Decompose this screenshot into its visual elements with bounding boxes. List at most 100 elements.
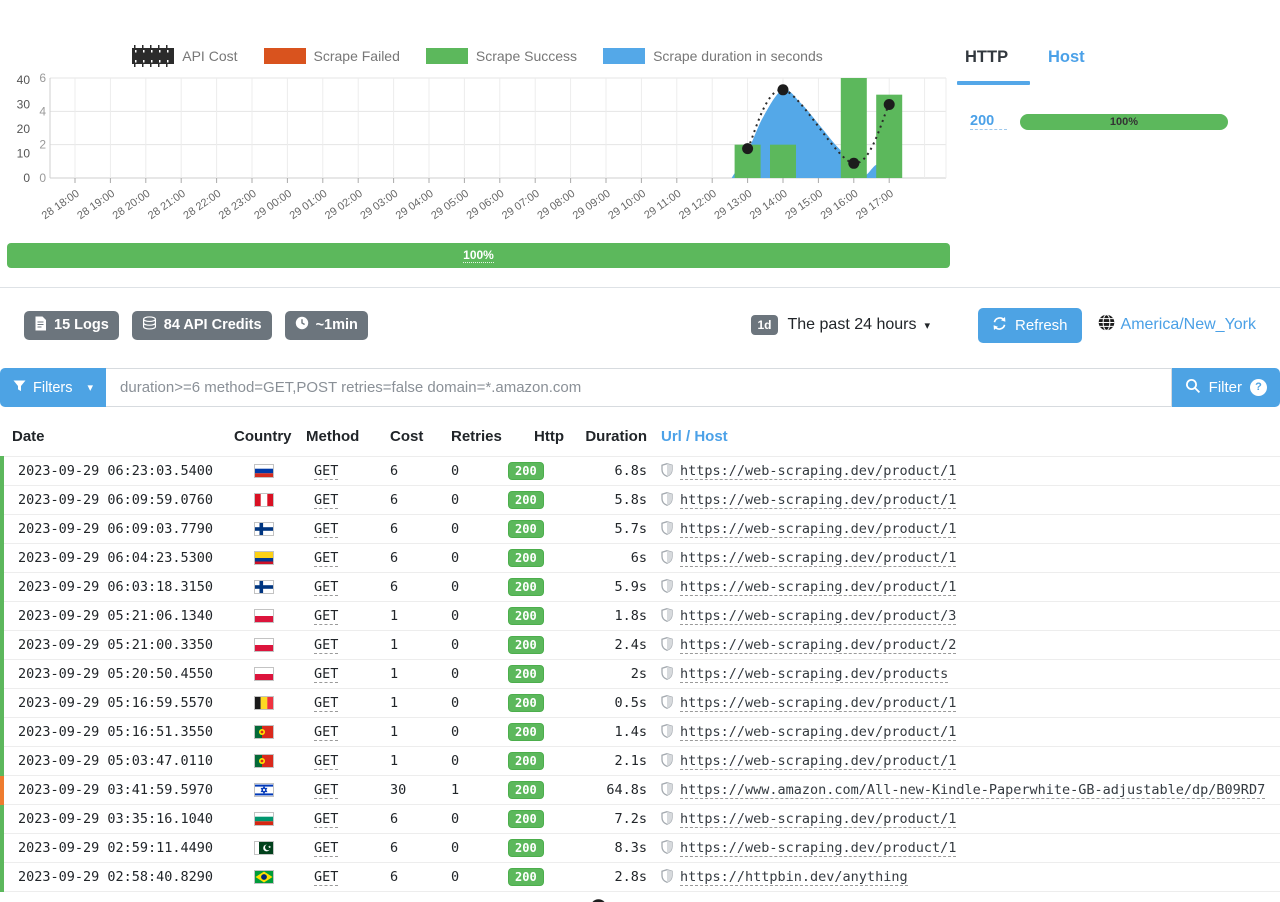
url-link[interactable]: https://web-scraping.dev/product/1 xyxy=(680,724,956,741)
method-label[interactable]: GET xyxy=(314,637,338,654)
url-link[interactable]: https://web-scraping.dev/product/1 xyxy=(680,492,956,509)
url-link[interactable]: https://web-scraping.dev/product/1 xyxy=(680,811,956,828)
table-row[interactable]: 2023-09-29 03:41:59.5970GET30120064.8sht… xyxy=(2,776,1280,805)
method-label[interactable]: GET xyxy=(314,840,338,857)
filters-button-label: Filters xyxy=(33,380,72,396)
cell-method: GET xyxy=(306,718,390,747)
method-label[interactable]: GET xyxy=(314,811,338,828)
table-row[interactable]: 2023-09-29 05:21:00.3350GET102002.4shttp… xyxy=(2,631,1280,660)
http-status-row: 200 100% xyxy=(957,113,1280,130)
filters-dropdown-button[interactable]: Filters ▾ xyxy=(0,368,106,407)
method-label[interactable]: GET xyxy=(314,666,338,683)
tab-http[interactable]: HTTP xyxy=(957,48,1030,67)
svg-text:29 11:00: 29 11:00 xyxy=(642,188,683,222)
api-credits-label: 84 API Credits xyxy=(164,317,262,333)
table-row[interactable]: 2023-09-29 05:21:06.1340GET102001.8shttp… xyxy=(2,602,1280,631)
method-label[interactable]: GET xyxy=(314,724,338,741)
shield-icon xyxy=(661,637,680,653)
time-range-dropdown[interactable]: 1d The past 24 hours ▾ xyxy=(751,315,930,335)
url-link[interactable]: https://web-scraping.dev/product/1 xyxy=(680,550,956,567)
country-flag-icon xyxy=(254,522,274,536)
table-row[interactable]: 2023-09-29 06:09:59.0760GET602005.8shttp… xyxy=(2,486,1280,515)
table-row[interactable]: 2023-09-29 05:16:59.5570GET102000.5shttp… xyxy=(2,689,1280,718)
svg-text:28 20:00: 28 20:00 xyxy=(111,188,153,222)
url-link[interactable]: https://web-scraping.dev/product/1 xyxy=(680,840,956,857)
method-label[interactable]: GET xyxy=(314,492,338,509)
shield-icon xyxy=(661,492,680,508)
cell-url: https://web-scraping.dev/product/1 xyxy=(657,718,1280,747)
shield-icon xyxy=(661,608,680,624)
country-flag-icon xyxy=(254,754,274,768)
table-row[interactable]: 2023-09-29 06:03:18.3150GET602005.9shttp… xyxy=(2,573,1280,602)
method-label[interactable]: GET xyxy=(314,869,338,886)
method-label[interactable]: GET xyxy=(314,753,338,770)
url-link[interactable]: https://web-scraping.dev/product/1 xyxy=(680,695,956,712)
url-link[interactable]: https://web-scraping.dev/product/1 xyxy=(680,579,956,596)
cell-duration: 5.9s xyxy=(577,573,657,602)
api-credits-badge: 84 API Credits xyxy=(132,311,272,340)
svg-text:30: 30 xyxy=(17,98,31,112)
cell-url: https://web-scraping.dev/product/1 xyxy=(657,544,1280,573)
http-status-badge: 200 xyxy=(508,752,544,770)
cell-retries: 0 xyxy=(451,602,508,631)
url-link[interactable]: https://web-scraping.dev/product/3 xyxy=(680,608,956,625)
url-link[interactable]: https://web-scraping.dev/product/1 xyxy=(680,753,956,770)
cell-date: 2023-09-29 05:21:06.1340 xyxy=(2,602,234,631)
refresh-icon xyxy=(992,316,1007,335)
method-label[interactable]: GET xyxy=(314,782,338,799)
filter-bar: Filters ▾ Filter ? xyxy=(0,368,1280,407)
method-label[interactable]: GET xyxy=(314,579,338,596)
filter-query-input[interactable] xyxy=(106,368,1172,407)
table-row[interactable]: 2023-09-29 02:59:11.4490GET602008.3shttp… xyxy=(2,834,1280,863)
timezone-link[interactable]: America/New_York xyxy=(1098,314,1256,336)
method-label[interactable]: GET xyxy=(314,550,338,567)
help-icon[interactable]: ? xyxy=(1250,379,1267,396)
table-row[interactable]: 2023-09-29 06:04:23.5300GET602006shttps:… xyxy=(2,544,1280,573)
cell-cost: 6 xyxy=(390,863,451,892)
cell-country xyxy=(234,631,306,660)
url-link[interactable]: https://web-scraping.dev/product/2 xyxy=(680,637,956,654)
url-link[interactable]: https://httpbin.dev/anything xyxy=(680,869,908,886)
clock-icon xyxy=(295,316,309,334)
col-header-http: Http xyxy=(508,420,577,457)
tab-host[interactable]: Host xyxy=(1048,48,1085,67)
table-row[interactable]: 2023-09-29 06:23:03.5400GET602006.8shttp… xyxy=(2,457,1280,486)
http-code-link[interactable]: 200 xyxy=(970,113,1007,130)
table-row[interactable]: 2023-09-29 05:03:47.0110GET102002.1shttp… xyxy=(2,747,1280,776)
cell-duration: 5.7s xyxy=(577,515,657,544)
http-status-badge: 200 xyxy=(508,810,544,828)
url-link[interactable]: https://web-scraping.dev/product/1 xyxy=(680,521,956,538)
url-link[interactable]: https://web-scraping.dev/products xyxy=(680,666,948,683)
cell-cost: 6 xyxy=(390,486,451,515)
refresh-button[interactable]: Refresh xyxy=(978,308,1082,343)
cell-duration: 7.2s xyxy=(577,805,657,834)
table-row[interactable]: 2023-09-29 06:09:03.7790GET602005.7shttp… xyxy=(2,515,1280,544)
table-row[interactable]: 2023-09-29 05:20:50.4550GET102002shttps:… xyxy=(2,660,1280,689)
col-header-url-host[interactable]: Url / Host xyxy=(657,420,1280,457)
col-header-retries: Retries xyxy=(451,420,508,457)
cell-method: GET xyxy=(306,863,390,892)
cell-retries: 0 xyxy=(451,718,508,747)
shield-icon xyxy=(661,840,680,856)
http-status-badge: 200 xyxy=(508,578,544,596)
cell-country xyxy=(234,486,306,515)
svg-text:0: 0 xyxy=(39,171,46,185)
table-row[interactable]: 2023-09-29 03:35:16.1040GET602007.2shttp… xyxy=(2,805,1280,834)
shield-icon xyxy=(661,695,680,711)
http-code-percent-bar: 100% xyxy=(1020,114,1228,130)
method-label[interactable]: GET xyxy=(314,608,338,625)
method-label[interactable]: GET xyxy=(314,463,338,480)
filter-submit-button[interactable]: Filter ? xyxy=(1172,368,1280,407)
overall-success-label[interactable]: 100% xyxy=(463,248,494,263)
cell-cost: 6 xyxy=(390,834,451,863)
method-label[interactable]: GET xyxy=(314,521,338,538)
method-label[interactable]: GET xyxy=(314,695,338,712)
cell-country xyxy=(234,718,306,747)
table-row[interactable]: 2023-09-29 05:16:51.3550GET102001.4shttp… xyxy=(2,718,1280,747)
url-link[interactable]: https://web-scraping.dev/product/1 xyxy=(680,463,956,480)
shield-icon xyxy=(661,666,680,682)
url-link[interactable]: https://www.amazon.com/All-new-Kindle-Pa… xyxy=(680,782,1265,799)
shield-icon xyxy=(661,753,680,769)
table-row[interactable]: 2023-09-29 02:58:40.8290GET602002.8shttp… xyxy=(2,863,1280,892)
svg-text:28 23:00: 28 23:00 xyxy=(217,188,259,222)
